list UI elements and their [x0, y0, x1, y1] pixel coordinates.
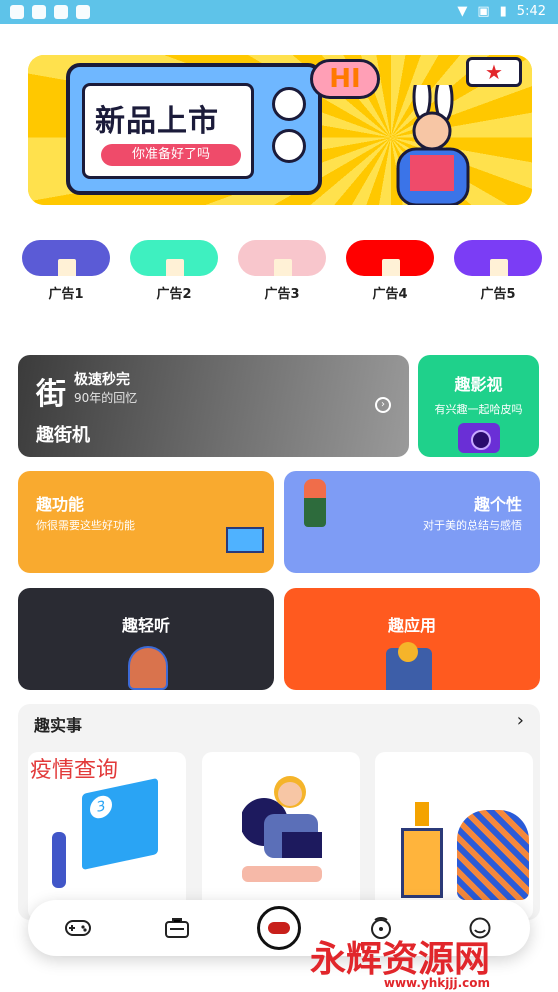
status-bar: ▼ ▣ ▮ 5:42: [0, 0, 558, 24]
rabbit-person-illustration: [396, 85, 470, 205]
features-title: 趣功能: [36, 495, 85, 514]
sim-icon: ▣: [477, 4, 490, 19]
ad-row: 广告1 广告2 广告3 广告4 广告5: [22, 240, 542, 302]
notification-icons: [10, 5, 90, 19]
book-icon: [274, 259, 292, 276]
person-illustration: [304, 479, 326, 527]
ad-item-3[interactable]: 广告3: [238, 240, 326, 302]
book-icon: [490, 259, 508, 276]
chart-illustration: [82, 777, 158, 871]
battery-icon: ▮: [499, 4, 507, 19]
home-center-icon[interactable]: [256, 906, 301, 950]
notification-icon: [10, 5, 24, 19]
ad-pill: [454, 240, 542, 276]
arcade-line2: 90年的回忆: [74, 391, 138, 405]
book-icon: [58, 259, 76, 276]
personality-subtitle: 对于美的总结与感悟: [423, 519, 522, 532]
video-title: 趣影视: [454, 375, 503, 394]
banner-subtitle: 你准备好了吗: [101, 144, 241, 166]
features-card[interactable]: 趣功能 你很需要这些好功能: [18, 471, 274, 573]
lamp-illustration: [415, 802, 429, 826]
chevron-right-circle-icon[interactable]: ›: [375, 397, 391, 413]
whiteboard-illustration: [226, 527, 264, 553]
gamepad-icon[interactable]: [58, 908, 98, 948]
personality-card[interactable]: 趣个性 对于美的总结与感悟: [284, 471, 540, 573]
ad-pill: [346, 240, 434, 276]
chair-illustration: [386, 642, 432, 690]
toolbox-icon[interactable]: [157, 908, 197, 948]
arcade-title: 趣街机: [36, 425, 90, 446]
listen-title: 趣轻听: [121, 616, 170, 635]
ad-item-5[interactable]: 广告5: [454, 240, 542, 302]
chevron-right-icon[interactable]: ›: [517, 710, 524, 731]
ad-pill: [22, 240, 110, 276]
video-card[interactable]: 趣影视 有兴趣一起哈皮吗: [418, 355, 539, 457]
news-tile-3[interactable]: [375, 752, 533, 920]
features-subtitle: 你很需要这些好功能: [36, 519, 135, 532]
camera-icon: [458, 423, 500, 453]
ad-item-1[interactable]: 广告1: [22, 240, 110, 302]
tv-illustration: 新品上市 你准备好了吗: [66, 63, 322, 195]
personality-title: 趣个性: [473, 495, 522, 514]
book-icon: [382, 259, 400, 276]
person-illustration: [457, 810, 529, 900]
notification-icon: [32, 5, 46, 19]
star-sign-icon: ★: [466, 57, 522, 87]
clock-time: 5:42: [516, 4, 546, 19]
promo-banner[interactable]: 新品上市 你准备好了吗 HI ★: [28, 55, 532, 205]
video-subtitle: 有兴趣一起哈皮吗: [434, 403, 523, 416]
banner-title: 新品上市: [95, 104, 219, 139]
news-tile-epidemic[interactable]: 疫情查询: [28, 752, 186, 920]
notification-icon: [54, 5, 68, 19]
laptop-person-illustration: [242, 776, 322, 882]
dresser-illustration: [401, 828, 443, 898]
headphones-person-illustration: [128, 646, 168, 690]
arcade-line1: 极速秒完: [74, 372, 130, 388]
news-tile-label: 疫情查询: [30, 758, 119, 783]
ad-pill: [238, 240, 326, 276]
arcade-icon-char: 街: [36, 377, 66, 412]
book-icon: [166, 259, 184, 276]
listen-card[interactable]: 趣轻听: [18, 588, 274, 690]
news-section: 趣实事 › 疫情查询: [18, 704, 540, 920]
wifi-icon: ▼: [457, 4, 468, 19]
ad-item-2[interactable]: 广告2: [130, 240, 218, 302]
knob-icon: [272, 87, 306, 121]
notification-icon: [76, 5, 90, 19]
person-illustration: [52, 832, 66, 888]
apps-card[interactable]: 趣应用: [284, 588, 540, 690]
knob-icon: [272, 129, 306, 163]
watermark-logo: 永辉资源网 www.yhkjjj.com: [310, 939, 491, 990]
apps-title: 趣应用: [387, 616, 436, 635]
ad-item-4[interactable]: 广告4: [346, 240, 434, 302]
arcade-card[interactable]: 街 极速秒完 90年的回忆 趣街机 ›: [18, 355, 409, 457]
news-title: 趣实事: [34, 716, 83, 735]
ad-pill: [130, 240, 218, 276]
news-tile-2[interactable]: [202, 752, 360, 920]
